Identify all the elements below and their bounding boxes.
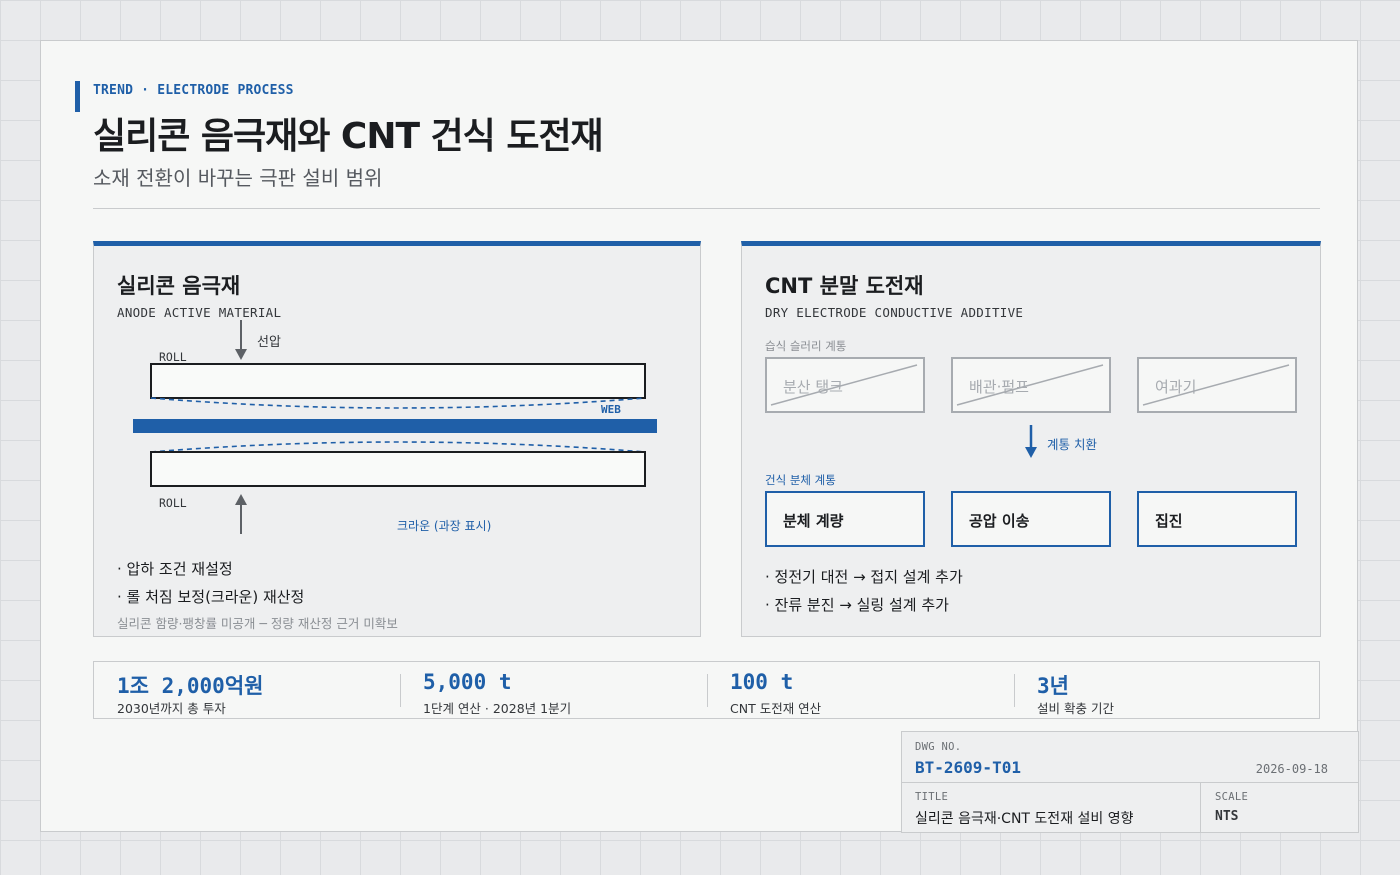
crown-curve-top xyxy=(150,397,646,409)
stat-label: 2030년까지 총 투자 xyxy=(117,701,226,716)
stat-value: 3년 xyxy=(1037,674,1069,698)
stat-item: 5,000 t 1단계 연산 · 2028년 1분기 xyxy=(400,662,706,718)
crown-curve-bottom xyxy=(150,441,646,453)
web-strip xyxy=(133,419,657,433)
stat-label: CNT 도전재 연산 xyxy=(730,701,822,716)
title-block-row: DWG NO. BT-2609-T01 2026-09-18 xyxy=(902,732,1358,783)
silicon-anode-panel: 실리콘 음극재 ANODE ACTIVE MATERIAL 선압 ROLL WE… xyxy=(93,241,701,637)
bullet-item: · 정전기 대전 → 접지 설계 추가 xyxy=(765,568,963,586)
dry-step-box: 공압 이송 xyxy=(951,491,1111,547)
wet-system-label: 습식 슬러리 계통 xyxy=(765,339,847,353)
crown-label: 크라운 (과장 표시) xyxy=(397,519,491,533)
strike-line xyxy=(770,364,918,406)
scale-value: NTS xyxy=(1215,809,1239,824)
drawing-title: 실리콘 음극재·CNT 도전재 설비 영향 xyxy=(915,811,1134,827)
dwg-date: 2026-09-18 xyxy=(1255,762,1328,776)
panel-note: 실리콘 함량·팽창률 미공개 ─ 정량 재산정 근거 미확보 xyxy=(117,616,398,631)
drawing-sheet: TREND · ELECTRODE PROCESS 실리콘 음극재와 CNT 건… xyxy=(40,40,1359,833)
title-caption: TITLE xyxy=(915,791,949,803)
bottom-roll xyxy=(150,451,646,487)
strike-line xyxy=(956,364,1104,406)
roll-press-diagram: 선압 ROLL WEB ROLL 크라운 (과장 표시) xyxy=(133,320,657,534)
stat-label: 1단계 연산 · 2028년 1분기 xyxy=(423,701,572,716)
pressure-label: 선압 xyxy=(257,335,281,350)
panel-title: CNT 분말 도전재 xyxy=(765,274,924,298)
stat-value: 1조 2,000억원 xyxy=(117,674,264,698)
pressure-arrowhead-top xyxy=(235,349,247,360)
wet-step-box: 배관·펌프 xyxy=(951,357,1111,413)
stat-value: 100 t xyxy=(730,670,794,694)
dwg-caption: DWG NO. xyxy=(915,741,962,753)
kicker: TREND · ELECTRODE PROCESS xyxy=(93,83,294,98)
stat-item: 100 t CNT 도전재 연산 xyxy=(707,662,1013,718)
pressure-arrowhead-bottom xyxy=(235,494,247,505)
stat-item: 3년 설비 확충 기간 xyxy=(1014,662,1320,718)
stat-item: 1조 2,000억원 2030년까지 총 투자 xyxy=(94,662,400,718)
strike-line xyxy=(1142,364,1290,406)
wet-step-box: 여과기 xyxy=(1137,357,1297,413)
top-roll xyxy=(150,363,646,399)
title-block: DWG NO. BT-2609-T01 2026-09-18 TITLE 실리콘… xyxy=(901,731,1359,833)
wet-step-box: 분산 탱크 xyxy=(765,357,925,413)
page-title: 실리콘 음극재와 CNT 건식 도전재 xyxy=(93,116,604,157)
dry-step-box: 집진 xyxy=(1137,491,1297,547)
dry-system-label: 건식 분체 계통 xyxy=(765,473,836,487)
roll-top-label: ROLL xyxy=(159,350,187,364)
replace-label: 계통 치환 xyxy=(1047,437,1097,452)
stats-strip: 1조 2,000억원 2030년까지 총 투자 5,000 t 1단계 연산 ·… xyxy=(93,661,1320,719)
bullet-item: · 압하 조건 재설정 xyxy=(117,560,233,578)
dry-step-label: 집진 xyxy=(1155,512,1183,530)
title-block-divider xyxy=(1200,783,1201,833)
stat-label: 설비 확충 기간 xyxy=(1037,701,1114,716)
bullet-item: · 잔류 분진 → 실링 설계 추가 xyxy=(765,596,949,614)
dry-step-label: 분체 계량 xyxy=(783,512,844,530)
bullet-item: · 롤 처짐 보정(크라운) 재산정 xyxy=(117,588,305,606)
dwg-number: BT-2609-T01 xyxy=(915,758,1021,777)
stat-divider xyxy=(1014,674,1015,707)
stat-divider xyxy=(707,674,708,707)
stat-value: 5,000 t xyxy=(423,670,512,694)
cnt-additive-panel: CNT 분말 도전재 DRY ELECTRODE CONDUCTIVE ADDI… xyxy=(741,241,1321,637)
kicker-accent-bar xyxy=(75,81,80,112)
dry-step-label: 공압 이송 xyxy=(969,512,1030,530)
web-label: WEB xyxy=(601,403,621,416)
dry-step-box: 분체 계량 xyxy=(765,491,925,547)
page-subtitle: 소재 전환이 바꾸는 극판 설비 범위 xyxy=(93,166,383,190)
stat-divider xyxy=(400,674,401,707)
roll-bottom-label: ROLL xyxy=(159,496,187,510)
panel-subtitle: DRY ELECTRODE CONDUCTIVE ADDITIVE xyxy=(765,305,1024,320)
header-divider xyxy=(93,208,1320,209)
replace-arrow xyxy=(1025,425,1037,458)
scale-caption: SCALE xyxy=(1215,791,1249,803)
